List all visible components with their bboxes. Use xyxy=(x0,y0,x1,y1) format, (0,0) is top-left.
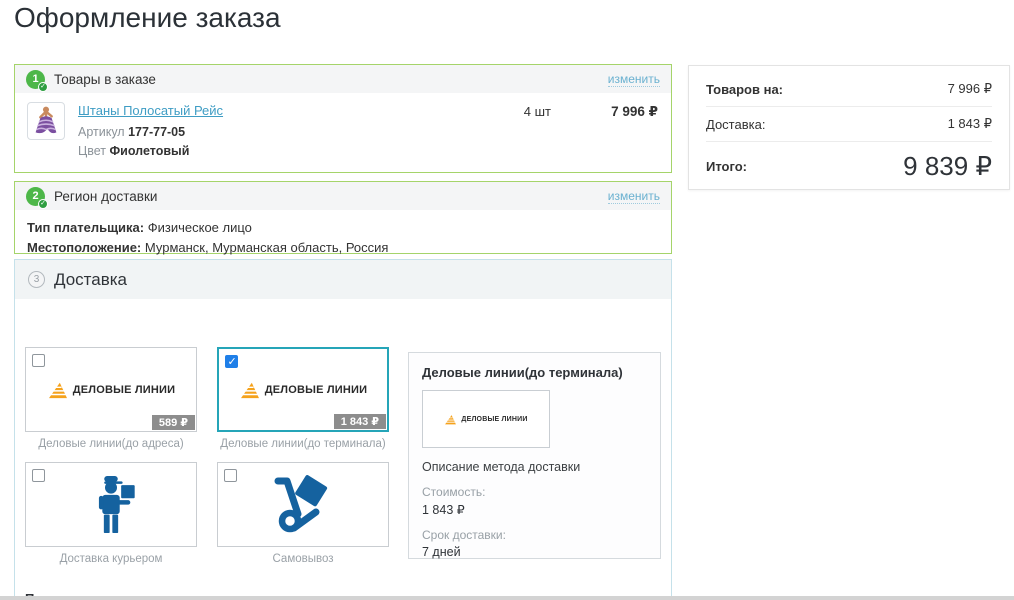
checkbox-courier[interactable] xyxy=(32,469,45,482)
delivery-option-pickup[interactable] xyxy=(217,462,389,547)
section-region-header: 2 ✓ Регион доставки изменить xyxy=(15,182,671,210)
section-delivery: 3 Доставка ДЕЛОВЫЕ ЛИНИИ 589 ₽ Деловые л… xyxy=(14,259,672,600)
product-thumbnail[interactable] xyxy=(27,102,65,140)
delivery-method-description: Описание метода доставки xyxy=(422,460,647,474)
page-title: Оформление заказа xyxy=(14,2,281,34)
step-2-done-icon: 2 ✓ xyxy=(26,187,45,206)
delivery-option-courier[interactable] xyxy=(25,462,197,547)
product-quantity: 4 шт xyxy=(524,104,551,119)
business-lines-triangle-icon xyxy=(239,381,261,399)
delivery-option-label: Доставка курьером xyxy=(25,553,197,565)
price-badge: 589 ₽ xyxy=(152,415,195,430)
checkbox-business-lines-address[interactable] xyxy=(32,354,45,367)
check-icon: ✓ xyxy=(38,199,48,209)
term-value: 7 дней xyxy=(422,545,647,559)
section-items-header: 1 ✓ Товары в заказе изменить xyxy=(15,65,671,93)
delivery-method-image: ДЕЛОВЫЕ ЛИНИИ xyxy=(422,390,550,448)
product-sku: Артикул 177-77-05 xyxy=(78,125,223,139)
step-3-icon: 3 xyxy=(28,271,45,288)
order-summary: Товаров на: 7 996 ₽ Доставка: 1 843 ₽ Ит… xyxy=(688,65,1010,190)
summary-total-label: Итого: xyxy=(706,159,747,174)
summary-delivery-value: 1 843 ₽ xyxy=(948,116,992,132)
edit-items-link[interactable]: изменить xyxy=(608,72,660,87)
product-price: 7 996 ₽ xyxy=(611,104,658,120)
business-lines-triangle-icon xyxy=(444,414,457,425)
summary-items-row: Товаров на: 7 996 ₽ xyxy=(706,72,992,107)
delivery-details-title: Деловые линии(до терминала) xyxy=(422,365,647,380)
section-delivery-header: 3 Доставка xyxy=(15,260,671,299)
delivery-option-business-lines-address[interactable]: ДЕЛОВЫЕ ЛИНИИ 589 ₽ xyxy=(25,347,197,432)
checkbox-business-lines-terminal[interactable] xyxy=(225,355,238,368)
term-label: Срок доставки: xyxy=(422,528,647,542)
summary-total-row: Итого: 9 839 ₽ xyxy=(706,151,992,182)
section-delivery-title: Доставка xyxy=(54,270,127,290)
product-row: Штаны Полосатый Рейс Артикул 177-77-05 Ц… xyxy=(15,93,671,167)
business-lines-triangle-icon xyxy=(47,381,69,399)
step-1-done-icon: 1 ✓ xyxy=(26,70,45,89)
edit-region-link[interactable]: изменить xyxy=(608,189,660,204)
delivery-option-label: Деловые линии(до терминала) xyxy=(217,438,389,450)
cost-label: Стоимость: xyxy=(422,485,647,499)
section-region: 2 ✓ Регион доставки изменить Тип платель… xyxy=(14,181,672,254)
check-icon: ✓ xyxy=(38,82,48,92)
pants-image xyxy=(29,104,63,138)
business-lines-logo: ДЕЛОВЫЕ ЛИНИИ xyxy=(239,381,368,399)
summary-total-value: 9 839 ₽ xyxy=(903,151,992,182)
payer-type-line: Тип плательщика: Физическое лицо xyxy=(27,218,659,238)
delivery-option-label: Самовывоз xyxy=(217,553,389,565)
delivery-option-business-lines-terminal[interactable]: ДЕЛОВЫЕ ЛИНИИ 1 843 ₽ xyxy=(217,347,389,432)
section-items-title: Товары в заказе xyxy=(54,72,156,87)
product-color: Цвет Фиолетовый xyxy=(78,144,223,158)
product-name-link[interactable]: Штаны Полосатый Рейс xyxy=(78,103,223,118)
summary-delivery-row: Доставка: 1 843 ₽ xyxy=(706,107,992,142)
delivery-details-panel: Деловые линии(до терминала) ДЕЛОВЫЕ ЛИНИ… xyxy=(408,352,661,559)
checkbox-pickup[interactable] xyxy=(224,469,237,482)
section-region-title: Регион доставки xyxy=(54,189,157,204)
delivery-option-label: Деловые линии(до адреса) xyxy=(25,438,197,450)
footer-divider xyxy=(0,596,1014,600)
courier-icon xyxy=(82,473,140,537)
price-badge: 1 843 ₽ xyxy=(334,414,386,429)
summary-delivery-label: Доставка: xyxy=(706,117,765,132)
section-items: 1 ✓ Товары в заказе изменить Штаны Полос… xyxy=(14,64,672,173)
checkout-page: Оформление заказа 1 ✓ Товары в заказе из… xyxy=(0,0,1014,600)
summary-items-label: Товаров на: xyxy=(706,82,783,97)
cost-value: 1 843 ₽ xyxy=(422,502,647,517)
location-line: Местоположение: Мурманск, Мурманская обл… xyxy=(27,238,659,258)
summary-items-value: 7 996 ₽ xyxy=(948,81,992,97)
business-lines-logo: ДЕЛОВЫЕ ЛИНИИ xyxy=(47,381,176,399)
handtruck-icon xyxy=(271,475,335,535)
